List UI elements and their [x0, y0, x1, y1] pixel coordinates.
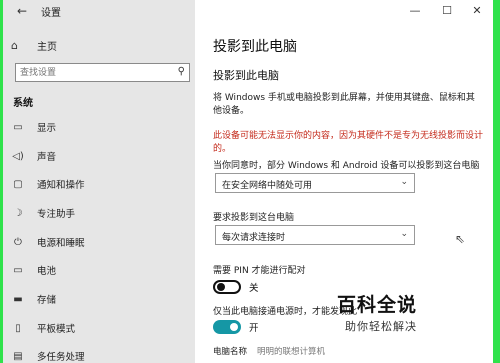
sidebar-item-tablet-mode[interactable]: ▯ 平板模式	[11, 319, 75, 337]
sidebar-item-display[interactable]: ▭ 显示	[11, 118, 56, 136]
chevron-down-icon: ⌄	[400, 229, 408, 239]
sidebar-item-label: 声音	[37, 152, 57, 163]
speaker-icon: ◁)	[12, 150, 24, 162]
sidebar-category: 系统	[13, 98, 33, 109]
consent-label: 当你同意时，部分 Windows 和 Android 设备可以投影到这台电脑	[213, 161, 480, 171]
settings-window: ⌂ 主页 ⚲ 系统 ▭ 显示 ◁) 声音 ▢ 通知和操作 ☽ 专注助手 ⏻ 电源…	[3, 0, 493, 363]
tablet-mode-icon: ▯	[15, 322, 21, 334]
pin-label: 需要 PIN 才能进行配对	[213, 266, 306, 276]
power-label: 仅当此电脑接通电源时，才能发现此	[213, 307, 358, 317]
pc-name: 电脑名称 明明的联想计算机	[213, 345, 325, 357]
close-button[interactable]: ✕	[465, 2, 489, 20]
title-bar: ← 设置 — ☐ ✕	[3, 0, 493, 22]
watermark-title: 百科全说	[337, 294, 418, 316]
home-label: 主页	[37, 41, 57, 53]
pin-toggle[interactable]	[213, 280, 241, 294]
request-label: 要求投影到这台电脑	[213, 213, 295, 223]
window-title: 设置	[41, 8, 61, 19]
sidebar-item-label: 平板模式	[37, 324, 76, 335]
search-icon[interactable]: ⚲	[178, 66, 185, 77]
sidebar-item-label: 通知和操作	[37, 180, 85, 191]
sidebar-item-focus-assist[interactable]: ☽ 专注助手	[11, 204, 76, 222]
power-icon: ⏻	[14, 236, 22, 248]
sidebar-item-battery[interactable]: ▭ 电池	[11, 261, 56, 279]
minimize-button[interactable]: —	[403, 2, 427, 20]
chevron-down-icon: ⌄	[400, 177, 408, 187]
sidebar-item-label: 存储	[37, 295, 57, 306]
pc-name-label: 电脑名称	[213, 347, 248, 357]
watermark-subtitle: 助你轻松解决	[345, 320, 417, 333]
storage-icon: ▬	[13, 293, 23, 305]
section-title: 投影到此电脑	[213, 69, 279, 82]
search-box[interactable]: ⚲	[15, 63, 190, 82]
page-title: 投影到此电脑	[213, 39, 297, 55]
notification-icon: ▢	[13, 178, 23, 190]
warning-text: 此设备可能无法显示你的内容，因为其硬件不是专为无线投影而设计的。	[213, 131, 484, 154]
sidebar-item-storage[interactable]: ▬ 存储	[11, 290, 56, 308]
moon-icon: ☽	[13, 207, 23, 219]
request-value: 每次请求连接时	[222, 233, 286, 243]
request-dropdown[interactable]: 每次请求连接时 ⌄	[215, 225, 415, 245]
sidebar: ⌂ 主页 ⚲ 系统 ▭ 显示 ◁) 声音 ▢ 通知和操作 ☽ 专注助手 ⏻ 电源…	[3, 0, 195, 363]
sidebar-item-label: 显示	[37, 123, 57, 134]
sidebar-item-label: 专注助手	[37, 209, 76, 220]
display-icon: ▭	[13, 121, 23, 133]
sidebar-item-label: 电池	[37, 266, 57, 277]
search-input[interactable]	[20, 65, 170, 80]
back-arrow-icon[interactable]: ←	[13, 2, 31, 20]
sidebar-item-label: 电源和睡眠	[37, 238, 85, 249]
toggle-knob	[230, 323, 238, 331]
toggle-knob	[217, 283, 225, 291]
sidebar-item-label: 多任务处理	[37, 352, 85, 363]
description-text: 将 Windows 手机或电脑投影到此屏幕，并使用其键盘、鼠标和其他设备。	[213, 93, 475, 116]
pin-toggle-row: 关	[213, 279, 259, 295]
power-toggle-row: 开	[213, 319, 259, 335]
pin-toggle-state: 关	[249, 283, 259, 294]
power-toggle-state: 开	[249, 323, 259, 334]
maximize-button[interactable]: ☐	[435, 2, 459, 20]
sidebar-item-notifications[interactable]: ▢ 通知和操作	[11, 175, 85, 193]
pc-name-value: 明明的联想计算机	[257, 347, 326, 357]
sidebar-item-multitasking[interactable]: ▤ 多任务处理	[11, 347, 85, 363]
availability-dropdown[interactable]: 在安全网络中随处可用 ⌄	[215, 173, 415, 193]
availability-value: 在安全网络中随处可用	[222, 181, 313, 191]
battery-icon: ▭	[13, 264, 23, 276]
home-icon: ⌂	[11, 38, 18, 52]
mouse-cursor-icon: ⇖	[455, 232, 466, 246]
sidebar-item-sound[interactable]: ◁) 声音	[11, 147, 56, 165]
power-toggle[interactable]	[213, 320, 241, 334]
sidebar-item-power[interactable]: ⏻ 电源和睡眠	[11, 233, 85, 251]
multitask-icon: ▤	[13, 350, 23, 362]
sidebar-item-home[interactable]: ⌂ 主页	[11, 36, 57, 54]
